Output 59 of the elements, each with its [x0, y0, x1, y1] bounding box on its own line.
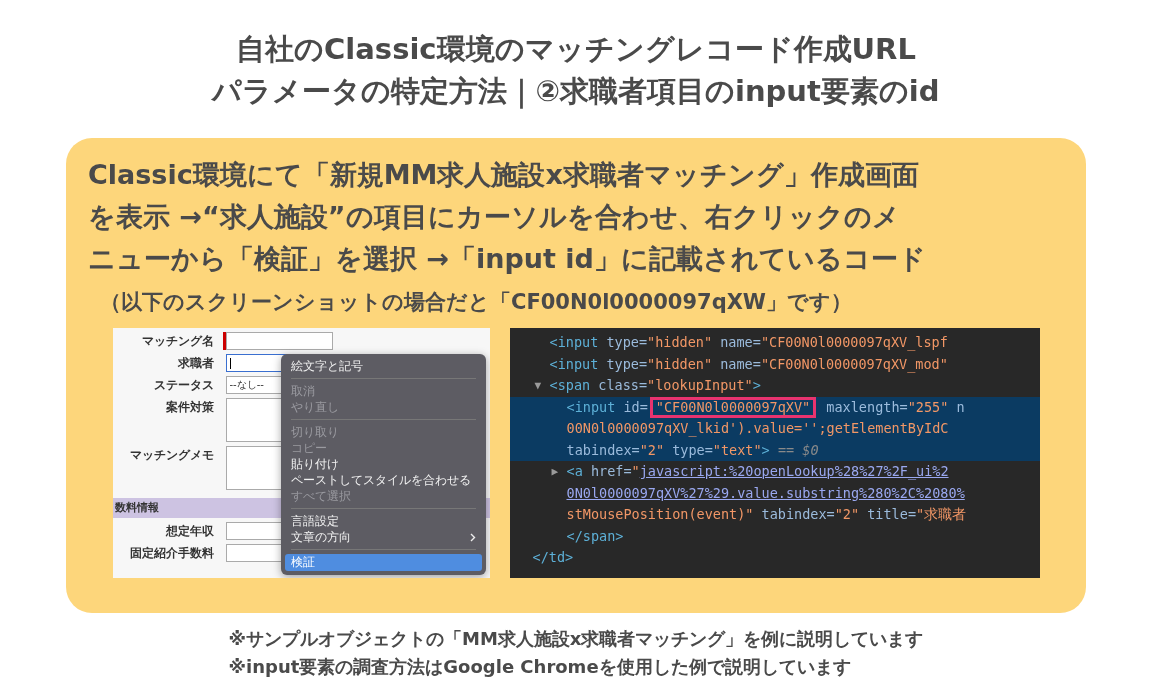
field-label: 求職者	[176, 355, 215, 372]
field-label: マッチングメモ	[128, 447, 215, 464]
field-label: マッチング名	[140, 333, 215, 350]
code-attribute: href=	[589, 463, 632, 479]
instruction-text: Classic環境にて「新規MM求人施設x求職者マッチング」作成画面 を表示 →“求人施設”の項目にカーソルを合わせ、右クリックのメ ニューから「検証」を選択 →「input id」に記載されているコード	[88, 158, 927, 276]
code-attribute: name=	[719, 334, 761, 350]
page-title: 自社のClassic環境のマッチングレコード作成URL パラメータの特定方法｜②求職者項目のinput要素のid	[212, 31, 940, 111]
code-attribute: class=	[597, 377, 648, 393]
code-tag: </span>	[566, 527, 624, 544]
code-tag: >	[761, 441, 770, 458]
highlighted-id-value: "CF00N0l0000097qXV"	[649, 396, 817, 418]
code-value: 00N0l0000097qXV_lkid').value='';getElementByIdC	[566, 420, 949, 436]
field-label: 想定年収	[164, 523, 215, 540]
expander-icon[interactable]: ▶	[551, 461, 567, 483]
example-note: （以下のスクリーンショットの場合だと「CF00N0l0000097qXW」です）	[100, 289, 854, 316]
field-label: 固定紹介手数料	[128, 545, 215, 562]
code-attribute: id=	[622, 398, 648, 415]
code-value: stMousePosition(event)"	[566, 506, 754, 522]
code-attribute: type=	[605, 355, 648, 372]
expander-icon[interactable]: ▼	[534, 375, 550, 397]
menu-item[interactable]: 絵文字と記号	[284, 358, 482, 374]
code-value: "2"	[639, 441, 665, 458]
menu-item[interactable]: 貼り付け	[284, 456, 482, 472]
code-value: "CF00N0l0000097qXV_lspf	[760, 334, 948, 350]
menu-item[interactable]: 検証	[284, 554, 482, 571]
menu-item[interactable]: ペーストしてスタイルを合わせる	[284, 472, 482, 488]
code-link[interactable]: javascript:%20openLookup%28%27%2F_ui%2	[639, 463, 949, 479]
code-tag: </td>	[532, 549, 574, 565]
menu-item[interactable]: 文章の方向	[284, 529, 482, 545]
code-value: "hidden"	[647, 334, 713, 350]
code-attribute: maxlength=	[825, 398, 908, 415]
footnote: ※input要素の調査方法はGoogle Chromeを使用した例で説明しています	[228, 655, 852, 679]
code-attribute: tabindex=	[566, 441, 640, 458]
code-value: "hidden"	[647, 355, 713, 372]
code-value: "2"	[834, 506, 860, 522]
code-tag: <a	[566, 463, 583, 479]
code-link[interactable]: 0N0l0000097qXV%27%29.value.substring%280%2C%2080%	[566, 484, 965, 501]
code-value: "text"	[712, 441, 762, 458]
code-attribute: name=	[719, 355, 761, 372]
code-attribute: title=	[866, 506, 916, 522]
code-tag: <span	[549, 377, 591, 393]
text-field[interactable]	[225, 332, 333, 350]
footnote: ※サンプルオブジェクトの「MM求人施設x求職者マッチング」を例に説明しています	[228, 627, 924, 651]
console-reference: == $0	[776, 441, 819, 458]
code-value: "CF00N0l0000097qXV_mod"	[760, 355, 948, 372]
code-tag: <input	[549, 355, 599, 372]
code-attribute: type=	[671, 441, 713, 458]
code-attribute: tabindex=	[760, 506, 835, 522]
field-label: 案件対策	[164, 399, 215, 416]
code-value: "255"	[907, 398, 949, 415]
code-attribute: n	[955, 398, 965, 415]
code-value: "lookupInput"	[647, 377, 753, 393]
code-tag: >	[752, 377, 761, 393]
code-attribute: type=	[605, 334, 648, 350]
code-tag: <input	[549, 334, 599, 350]
code-tag: <input	[566, 398, 616, 415]
code-value: "求職者	[916, 506, 967, 522]
code-value: "	[631, 463, 640, 479]
field-label: ステータス	[152, 377, 215, 394]
